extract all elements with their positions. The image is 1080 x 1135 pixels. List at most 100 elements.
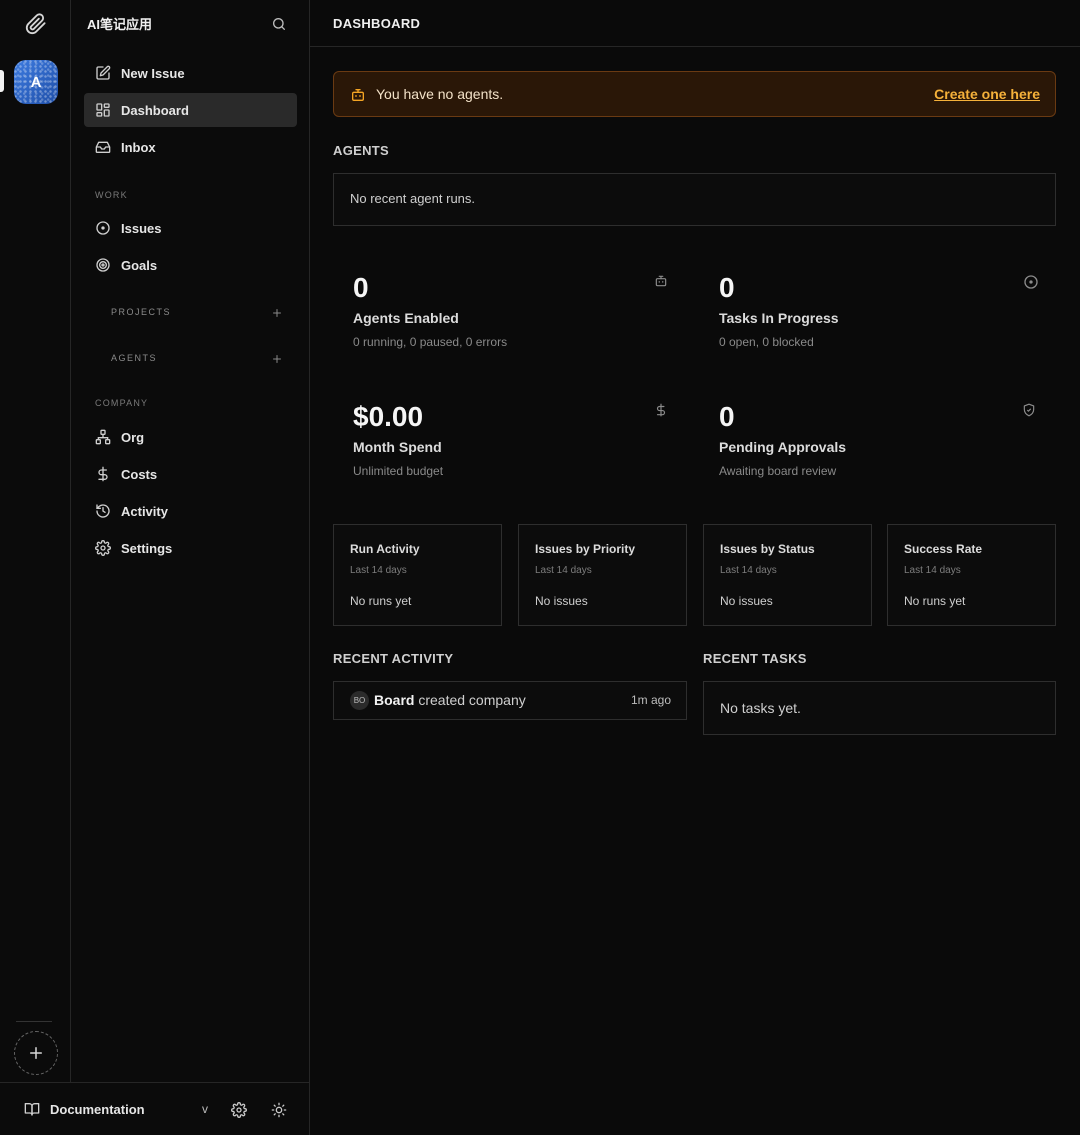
circle-dot-icon xyxy=(1023,274,1039,290)
section-label-work: WORK xyxy=(95,190,128,200)
metric-month-spend[interactable]: $0.00 Month Spend Unlimited budget xyxy=(353,401,673,511)
card-subtitle: Last 14 days xyxy=(904,565,961,576)
company-rail: A xyxy=(0,0,71,1082)
main-content: DASHBOARD You have no agents. Create one… xyxy=(310,0,1080,1135)
book-open-icon xyxy=(24,1101,40,1117)
sidebar-item-issues[interactable]: Issues xyxy=(84,211,297,245)
metric-label: Agents Enabled xyxy=(353,310,459,326)
add-agent-icon[interactable] xyxy=(271,353,283,365)
agents-runs-panel: No recent agent runs. xyxy=(333,173,1056,226)
card-issues-by-priority[interactable]: Issues by Priority Last 14 days No issue… xyxy=(518,524,687,626)
edit-icon xyxy=(95,65,111,81)
metric-label: Tasks In Progress xyxy=(719,310,839,326)
activity-actor: Board xyxy=(374,692,415,708)
search-icon[interactable] xyxy=(271,16,287,32)
inbox-icon xyxy=(95,139,111,155)
add-project-icon[interactable] xyxy=(271,307,283,319)
bot-icon xyxy=(350,87,366,103)
company-name[interactable]: AI笔记应用 xyxy=(87,14,152,33)
sidebar-item-inbox[interactable]: Inbox xyxy=(84,130,297,164)
activity-action: created company xyxy=(418,692,526,708)
sidebar-item-settings[interactable]: Settings xyxy=(84,531,297,565)
nav-label: Issues xyxy=(121,220,162,236)
no-agents-alert: You have no agents. Create one here xyxy=(333,71,1056,117)
metric-label: Month Spend xyxy=(353,439,442,455)
metric-value: 0 xyxy=(353,272,369,303)
sidebar-item-goals[interactable]: Goals xyxy=(84,248,297,282)
card-subtitle: Last 14 days xyxy=(535,565,592,576)
company-avatar[interactable]: A xyxy=(14,60,58,104)
nav-label: Costs xyxy=(121,466,158,482)
recent-tasks-title: RECENT TASKS xyxy=(703,651,807,666)
section-label-company: COMPANY xyxy=(95,398,149,408)
dollar-icon xyxy=(95,466,111,482)
active-company-indicator xyxy=(0,70,4,92)
gear-icon xyxy=(95,540,111,556)
sidebar-item-org[interactable]: Org xyxy=(84,420,297,454)
agents-empty-text: No recent agent runs. xyxy=(350,191,476,206)
tasks-empty-text: No tasks yet. xyxy=(720,700,801,716)
card-empty-text: No issues xyxy=(535,594,588,608)
plus-icon xyxy=(27,1044,45,1062)
actor-avatar: BO xyxy=(350,691,369,710)
metric-subtext: 0 running, 0 paused, 0 errors xyxy=(353,335,508,349)
card-empty-text: No issues xyxy=(720,594,773,608)
card-title: Run Activity xyxy=(350,542,420,556)
documentation-link[interactable]: Documentation xyxy=(24,1101,145,1117)
card-run-activity[interactable]: Run Activity Last 14 days No runs yet xyxy=(333,524,502,626)
sidebar: AI笔记应用 New Issue Dashboard Inbox WORK Is… xyxy=(71,0,310,1082)
gear-icon[interactable] xyxy=(231,1102,247,1118)
agents-section-title: AGENTS xyxy=(333,143,389,158)
nav-label: Org xyxy=(121,429,145,445)
card-subtitle: Last 14 days xyxy=(350,565,407,576)
dollar-icon xyxy=(654,403,670,419)
alert-text: You have no agents. xyxy=(376,86,504,102)
target-icon xyxy=(95,257,111,273)
metric-label: Pending Approvals xyxy=(719,439,847,455)
new-issue-button[interactable]: New Issue xyxy=(84,56,297,90)
nav-label: Dashboard xyxy=(121,102,189,118)
sidebar-footer: Documentation v xyxy=(0,1082,310,1135)
card-title: Issues by Priority xyxy=(535,542,636,556)
card-empty-text: No runs yet xyxy=(350,594,412,608)
nav-label: Inbox xyxy=(121,139,156,155)
documentation-label: Documentation xyxy=(50,1101,145,1117)
activity-row[interactable]: BO Board created company 1m ago xyxy=(333,681,687,720)
section-label-agents[interactable]: AGENTS xyxy=(111,353,157,363)
section-label-projects[interactable]: PROJECTS xyxy=(111,307,171,317)
metric-subtext: 0 open, 0 blocked xyxy=(719,335,814,349)
metric-value: 0 xyxy=(719,401,735,432)
sidebar-item-dashboard[interactable]: Dashboard xyxy=(84,93,297,127)
dashboard-icon xyxy=(95,102,111,118)
recent-activity-title: RECENT ACTIVITY xyxy=(333,651,454,666)
add-company-button[interactable] xyxy=(14,1031,58,1075)
bot-icon xyxy=(654,274,670,290)
metric-agents-enabled[interactable]: 0 Agents Enabled 0 running, 0 paused, 0 … xyxy=(353,272,673,382)
nav-label: Goals xyxy=(121,257,158,273)
create-agent-link[interactable]: Create one here xyxy=(934,86,1040,102)
metric-tasks-in-progress[interactable]: 0 Tasks In Progress 0 open, 0 blocked xyxy=(719,272,1039,382)
top-bar: DASHBOARD xyxy=(310,0,1080,47)
card-success-rate[interactable]: Success Rate Last 14 days No runs yet xyxy=(887,524,1056,626)
circle-dot-icon xyxy=(95,220,111,236)
card-issues-by-status[interactable]: Issues by Status Last 14 days No issues xyxy=(703,524,872,626)
paperclip-icon[interactable] xyxy=(25,13,47,35)
sun-icon[interactable] xyxy=(271,1102,287,1118)
version-label: v xyxy=(202,1102,208,1116)
history-icon xyxy=(95,503,111,519)
sidebar-item-costs[interactable]: Costs xyxy=(84,457,297,491)
metric-value: 0 xyxy=(719,272,735,303)
page-title: DASHBOARD xyxy=(333,16,421,31)
card-title: Issues by Status xyxy=(720,542,815,556)
recent-tasks-panel: No tasks yet. xyxy=(703,681,1056,735)
metric-subtext: Awaiting board review xyxy=(719,464,837,478)
nav-label: Settings xyxy=(121,540,173,556)
card-empty-text: No runs yet xyxy=(904,594,966,608)
metric-value: $0.00 xyxy=(353,401,424,432)
card-title: Success Rate xyxy=(904,542,983,556)
nav-label: Activity xyxy=(121,503,168,519)
org-chart-icon xyxy=(95,429,111,445)
sidebar-item-activity[interactable]: Activity xyxy=(84,494,297,528)
metric-pending-approvals[interactable]: 0 Pending Approvals Awaiting board revie… xyxy=(719,401,1039,511)
activity-text: Board created company xyxy=(374,692,526,708)
